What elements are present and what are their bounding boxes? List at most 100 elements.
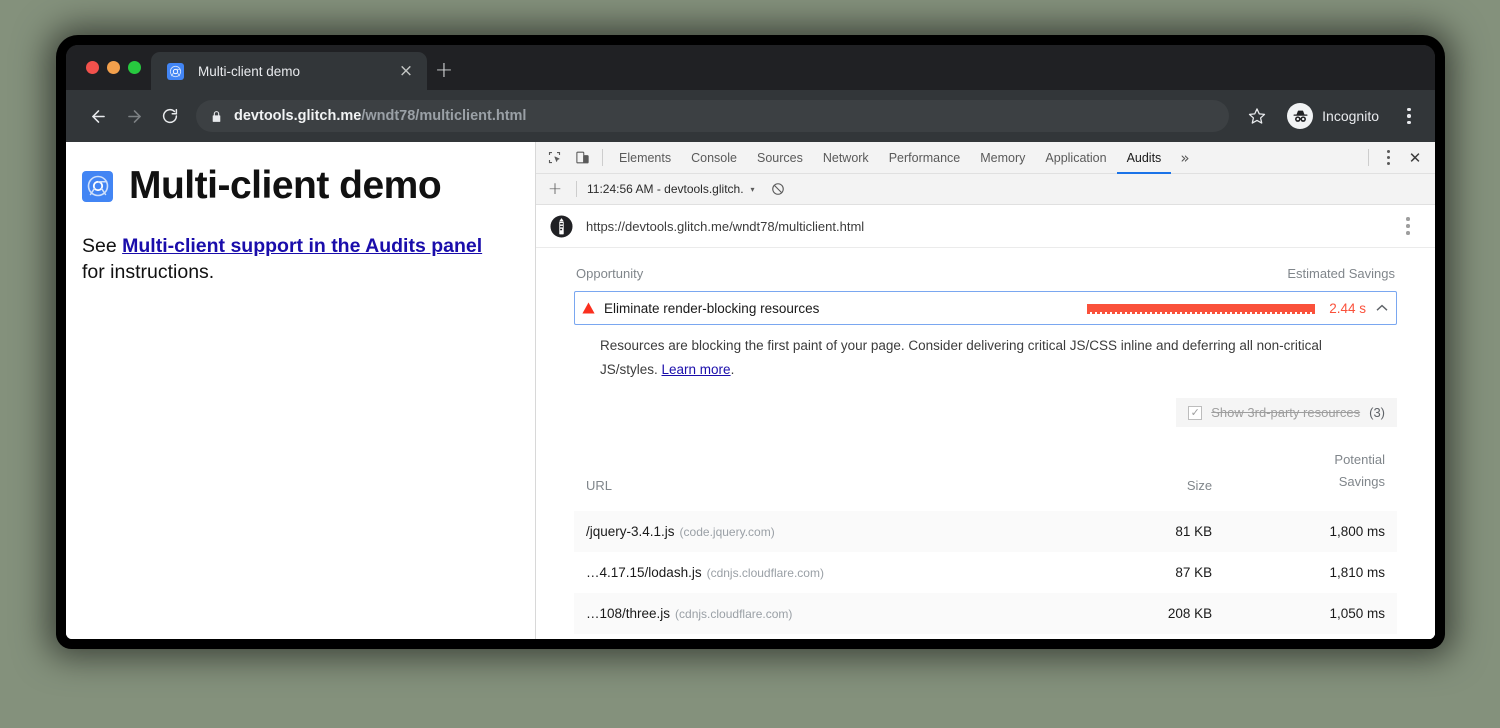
- close-window-button[interactable]: [86, 61, 99, 74]
- header-savings-line1: Potential: [1334, 452, 1385, 467]
- tab-strip: Multi-client demo × +: [66, 45, 1435, 90]
- page-heading-text: Multi-client demo: [129, 164, 441, 208]
- incognito-label: Incognito: [1322, 108, 1379, 124]
- forward-button[interactable]: [118, 100, 150, 132]
- incognito-avatar-icon: [1287, 103, 1313, 129]
- opportunity-description: Resources are blocking the first paint o…: [574, 325, 1374, 382]
- filter-label: Show 3rd-party resources: [1211, 405, 1360, 420]
- content-area: Multi-client demo See Multi-client suppo…: [66, 142, 1435, 639]
- three-dot-menu-icon[interactable]: [1375, 144, 1401, 172]
- page-paragraph: See Multi-client support in the Audits p…: [82, 234, 507, 285]
- three-dot-menu-icon[interactable]: [1395, 100, 1423, 132]
- resources-table: URL Size Potential Savings: [574, 441, 1397, 634]
- show-third-party-filter[interactable]: ✓ Show 3rd-party resources (3): [1176, 398, 1397, 427]
- chevron-up-icon[interactable]: [1376, 304, 1388, 312]
- incognito-profile-button[interactable]: Incognito: [1283, 100, 1389, 132]
- estimated-savings-column-label: Estimated Savings: [1287, 266, 1395, 281]
- new-tab-button[interactable]: +: [427, 52, 461, 90]
- header-potential-savings: Potential Savings: [1224, 441, 1397, 511]
- header-url: URL: [574, 441, 1084, 511]
- clear-all-icon[interactable]: [771, 182, 785, 196]
- opportunity-row-render-blocking[interactable]: Eliminate render-blocking resources 2.44…: [574, 291, 1397, 325]
- audits-report: https://devtools.glitch.me/wndt78/multic…: [536, 205, 1435, 639]
- browser-tab[interactable]: Multi-client demo ×: [151, 52, 427, 90]
- cell-size: 81 KB: [1084, 511, 1224, 552]
- url-text: devtools.glitch.me/wndt78/multiclient.ht…: [234, 108, 526, 124]
- cell-savings: 1,800 ms: [1224, 511, 1397, 552]
- devtools-panel: Elements Console Sources Network Perform…: [536, 142, 1435, 639]
- tab-console[interactable]: Console: [681, 142, 747, 174]
- tab-sources[interactable]: Sources: [747, 142, 813, 174]
- reload-button[interactable]: [154, 100, 186, 132]
- device-toolbar-icon[interactable]: [568, 144, 596, 172]
- page-title: Multi-client demo: [82, 164, 507, 208]
- warning-triangle-icon: [582, 302, 595, 314]
- filter-count: (3): [1369, 405, 1385, 420]
- checkbox-icon[interactable]: ✓: [1188, 406, 1202, 420]
- cell-url: …4.17.15/lodash.js(cdnjs.cloudflare.com): [574, 552, 1084, 593]
- savings-bar: [1087, 304, 1315, 312]
- resource-host: (cdnjs.cloudflare.com): [707, 566, 824, 580]
- audits-subtoolbar: + 11:24:56 AM - devtools.glitch. ▾: [536, 174, 1435, 205]
- close-icon[interactable]: ×: [395, 60, 417, 82]
- lighthouse-icon: [550, 215, 573, 238]
- more-tabs-icon[interactable]: »: [1171, 142, 1198, 174]
- toolbar-divider: [602, 149, 603, 166]
- cell-savings: 1,810 ms: [1224, 552, 1397, 593]
- chevron-down-icon: ▾: [751, 185, 755, 194]
- filter-row: ✓ Show 3rd-party resources (3): [574, 382, 1397, 427]
- table-row[interactable]: /jquery-3.4.1.js(code.jquery.com) 81 KB …: [574, 511, 1397, 552]
- close-icon[interactable]: ✕: [1401, 144, 1429, 172]
- chrome-devtools-favicon: [167, 63, 184, 80]
- web-page-viewport: Multi-client demo See Multi-client suppo…: [66, 142, 536, 639]
- report-url: https://devtools.glitch.me/wndt78/multic…: [586, 219, 1397, 234]
- chrome-devtools-favicon: [82, 171, 113, 202]
- opportunity-title: Eliminate render-blocking resources: [604, 301, 1087, 316]
- devtools-toolbar-right: ✕: [1362, 144, 1435, 172]
- table-header-row: URL Size Potential Savings: [574, 441, 1397, 511]
- audits-docs-link[interactable]: Multi-client support in the Audits panel: [122, 235, 482, 257]
- report-selector[interactable]: 11:24:56 AM - devtools.glitch. ▾: [587, 182, 755, 196]
- resources-table-head: URL Size Potential Savings: [574, 441, 1397, 511]
- cell-size: 87 KB: [1084, 552, 1224, 593]
- tab-audits[interactable]: Audits: [1117, 142, 1172, 174]
- back-button[interactable]: [82, 100, 114, 132]
- maximize-window-button[interactable]: [128, 61, 141, 74]
- tab-memory[interactable]: Memory: [970, 142, 1035, 174]
- report-body: Opportunity Estimated Savings Eliminate …: [536, 248, 1435, 639]
- lock-icon: [210, 110, 223, 123]
- opportunity-table-header: Opportunity Estimated Savings: [574, 266, 1397, 291]
- cell-url: /jquery-3.4.1.js (code.jquery.com): [574, 511, 1084, 552]
- three-dot-menu-icon[interactable]: [1397, 211, 1419, 241]
- toolbar-divider: [576, 181, 577, 197]
- tab-application[interactable]: Application: [1035, 142, 1116, 174]
- resources-table-body: /jquery-3.4.1.js(code.jquery.com) 81 KB …: [574, 511, 1397, 634]
- bookmark-star-icon[interactable]: [1241, 100, 1273, 132]
- description-tail: .: [731, 362, 735, 377]
- browser-window: Multi-client demo × +: [66, 45, 1435, 639]
- table-row[interactable]: …4.17.15/lodash.js(cdnjs.cloudflare.com)…: [574, 552, 1397, 593]
- window-controls: [80, 45, 151, 90]
- tab-title: Multi-client demo: [198, 64, 395, 79]
- browser-toolbar: devtools.glitch.me/wndt78/multiclient.ht…: [66, 90, 1435, 142]
- tab-performance[interactable]: Performance: [879, 142, 971, 174]
- opportunity-column-label: Opportunity: [576, 266, 643, 281]
- paragraph-lead: See: [82, 235, 122, 257]
- new-audit-button[interactable]: +: [544, 178, 566, 200]
- table-row[interactable]: …108/three.js(cdnjs.cloudflare.com) 208 …: [574, 593, 1397, 634]
- learn-more-link[interactable]: Learn more: [662, 362, 731, 377]
- resource-host: (code.jquery.com): [680, 525, 775, 539]
- tab-elements[interactable]: Elements: [609, 142, 681, 174]
- paragraph-tail: for instructions.: [82, 261, 214, 283]
- savings-value: 2.44 s: [1329, 301, 1366, 316]
- address-bar[interactable]: devtools.glitch.me/wndt78/multiclient.ht…: [196, 100, 1229, 132]
- resource-path: /jquery-3.4.1.js: [586, 524, 675, 539]
- cell-size: 208 KB: [1084, 593, 1224, 634]
- header-savings-line2: Savings: [1339, 474, 1385, 489]
- inspect-element-icon[interactable]: [540, 144, 568, 172]
- header-size: Size: [1084, 441, 1224, 511]
- url-path: /wndt78/multiclient.html: [361, 108, 526, 124]
- url-host: devtools.glitch.me: [234, 108, 361, 124]
- tab-network[interactable]: Network: [813, 142, 879, 174]
- minimize-window-button[interactable]: [107, 61, 120, 74]
